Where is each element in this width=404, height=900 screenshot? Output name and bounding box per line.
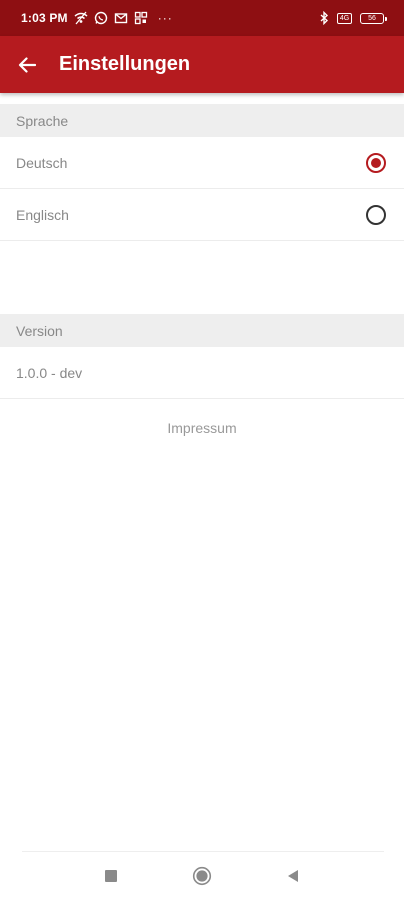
bluetooth-icon	[319, 11, 329, 25]
section-header-version: Version	[0, 314, 404, 347]
system-status-icons: 4G 56	[319, 11, 387, 25]
section-header-language: Sprache	[0, 104, 404, 137]
arrow-back-icon	[18, 56, 36, 74]
radio-button-unchecked[interactable]	[366, 204, 386, 225]
gmail-icon	[114, 11, 128, 25]
app-bar: Einstellungen	[0, 36, 404, 93]
more-notifications-icon: ···	[157, 11, 173, 25]
recent-apps-icon	[105, 870, 117, 882]
status-time: 1:03 PM	[21, 11, 68, 25]
whatsapp-icon	[94, 11, 108, 25]
system-back-button[interactable]	[283, 866, 303, 886]
recent-apps-button[interactable]	[101, 866, 121, 886]
system-nav-bar	[0, 852, 404, 900]
version-value: 1.0.0 - dev	[16, 364, 83, 381]
language-option-englisch[interactable]: Englisch	[0, 189, 404, 241]
language-option-label: Deutsch	[16, 154, 68, 171]
version-row: 1.0.0 - dev	[0, 347, 404, 399]
wifi-off-icon	[74, 11, 88, 25]
app-grid-icon	[134, 11, 148, 25]
page-title: Einstellungen	[59, 53, 191, 75]
back-icon	[286, 869, 300, 883]
radio-button-checked[interactable]	[366, 152, 386, 173]
impressum-container: Impressum	[0, 420, 404, 436]
back-button[interactable]	[0, 36, 54, 93]
notification-icons: ···	[74, 11, 173, 25]
sim-icon: 4G	[337, 12, 352, 24]
battery-icon: 56	[360, 12, 387, 24]
status-bar: 1:03 PM ··· 4G 56	[0, 0, 404, 36]
home-button[interactable]	[192, 866, 212, 886]
home-icon	[192, 866, 212, 886]
impressum-link[interactable]: Impressum	[167, 420, 236, 436]
language-option-label: Englisch	[16, 206, 69, 223]
language-option-deutsch[interactable]: Deutsch	[0, 137, 404, 189]
